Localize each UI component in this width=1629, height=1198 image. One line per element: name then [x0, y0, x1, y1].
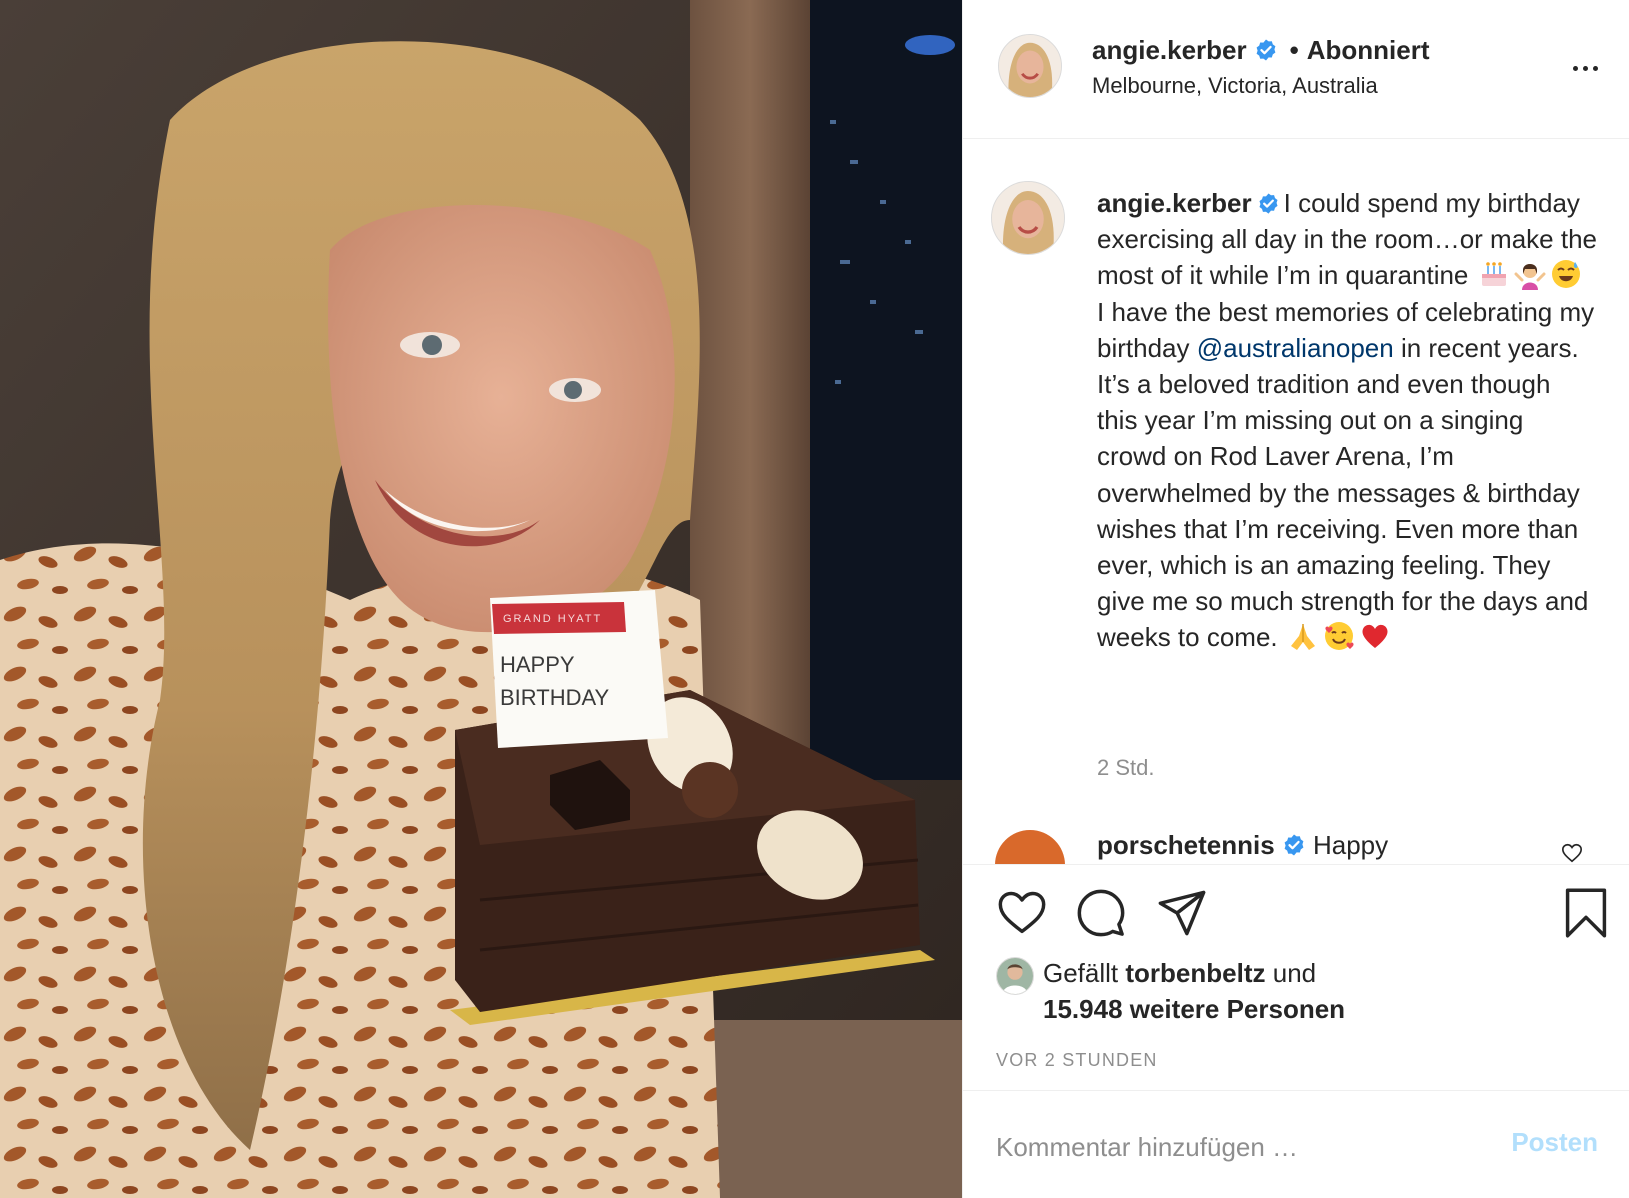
- bookmark-icon[interactable]: [1560, 887, 1612, 939]
- likes-prefix: Gefällt: [1043, 958, 1119, 988]
- header-separator: •: [1289, 34, 1299, 65]
- follow-button[interactable]: Abonniert: [1307, 35, 1430, 66]
- liker-username[interactable]: torbenbeltz: [1125, 958, 1265, 988]
- post-actions-section: Gefällt torbenbeltz und 15.948 weitere P…: [963, 864, 1629, 1184]
- more-options-button[interactable]: [1563, 50, 1607, 86]
- verified-badge-icon: [1259, 193, 1278, 214]
- comment-icon[interactable]: [1075, 887, 1127, 939]
- more-horizontal-icon: [1572, 65, 1578, 71]
- person-shrugging-emoji: [1514, 264, 1546, 291]
- commenter-username[interactable]: porschetennis: [1097, 830, 1275, 860]
- post-photo-image: GRAND HYATT HAPPY BIRTHDAY: [0, 0, 962, 1198]
- more-dot: [1592, 65, 1598, 71]
- verified-badge-icon: [1256, 39, 1276, 61]
- heart-icon[interactable]: [996, 887, 1048, 939]
- post-side-panel: angie.kerber • Abonniert Melbourne, Vict…: [962, 0, 1629, 1198]
- birthday-cake-emoji: [1481, 262, 1506, 287]
- red-heart-emoji: [1362, 625, 1388, 649]
- post-location[interactable]: Melbourne, Victoria, Australia: [1092, 73, 1378, 99]
- folded-hands-emoji: [1290, 624, 1315, 651]
- more-dot: [1582, 65, 1588, 71]
- caption-avatar-image: [992, 182, 1064, 254]
- comment-like-icon[interactable]: [1561, 842, 1583, 864]
- share-icon[interactable]: [1156, 887, 1208, 939]
- author-line: angie.kerber • Abonniert: [1092, 32, 1430, 68]
- post-photo[interactable]: GRAND HYATT HAPPY BIRTHDAY: [0, 0, 962, 1198]
- liker-avatar-image: [997, 958, 1033, 994]
- add-comment-section: Posten: [963, 1090, 1629, 1198]
- caption-age: 2 Std.: [1097, 755, 1155, 780]
- caption-text-part3: in recent years. It’s a beloved traditio…: [1097, 332, 1589, 653]
- verified-badge-icon: [1284, 834, 1304, 856]
- comment-text: porschetennis Happy: [1097, 830, 1388, 861]
- liker-avatar[interactable]: [996, 957, 1034, 995]
- likes-count[interactable]: 15.948 weitere Personen: [1043, 994, 1345, 1024]
- commenter-avatar[interactable]: [995, 830, 1065, 864]
- comments-scroll-area[interactable]: angie.kerber I could spend my birthday e…: [963, 140, 1629, 864]
- author-avatar-image: [999, 35, 1061, 97]
- sweat-smile-emoji: [1551, 260, 1580, 289]
- card-line2-text: BIRTHDAY: [500, 685, 610, 710]
- post-header: angie.kerber • Abonniert Melbourne, Vict…: [963, 0, 1629, 139]
- post-comment-button[interactable]: Posten: [1506, 1127, 1598, 1158]
- smiling-face-with-hearts-emoji: [1324, 622, 1354, 651]
- card-brand-text: GRAND HYATT: [503, 613, 602, 625]
- card-line1-text: HAPPY: [500, 652, 575, 677]
- caption-author-avatar[interactable]: [991, 181, 1065, 255]
- post-timestamp[interactable]: VOR 2 STUNDEN: [996, 1050, 1158, 1071]
- likes-text: Gefällt torbenbeltz und 15.948 weitere P…: [1043, 955, 1603, 1027]
- comment-input[interactable]: [996, 1123, 1496, 1171]
- likes-connector: und: [1272, 958, 1317, 988]
- comment-body: Happy: [1312, 830, 1389, 860]
- comment-item: porschetennis Happy: [963, 822, 1629, 864]
- author-avatar[interactable]: [998, 34, 1062, 98]
- caption-username[interactable]: angie.kerber: [1097, 188, 1252, 218]
- post-caption: angie.kerber I could spend my birthday e…: [1097, 185, 1597, 656]
- author-username[interactable]: angie.kerber: [1092, 35, 1247, 66]
- mention-link[interactable]: @australianopen: [1197, 333, 1394, 363]
